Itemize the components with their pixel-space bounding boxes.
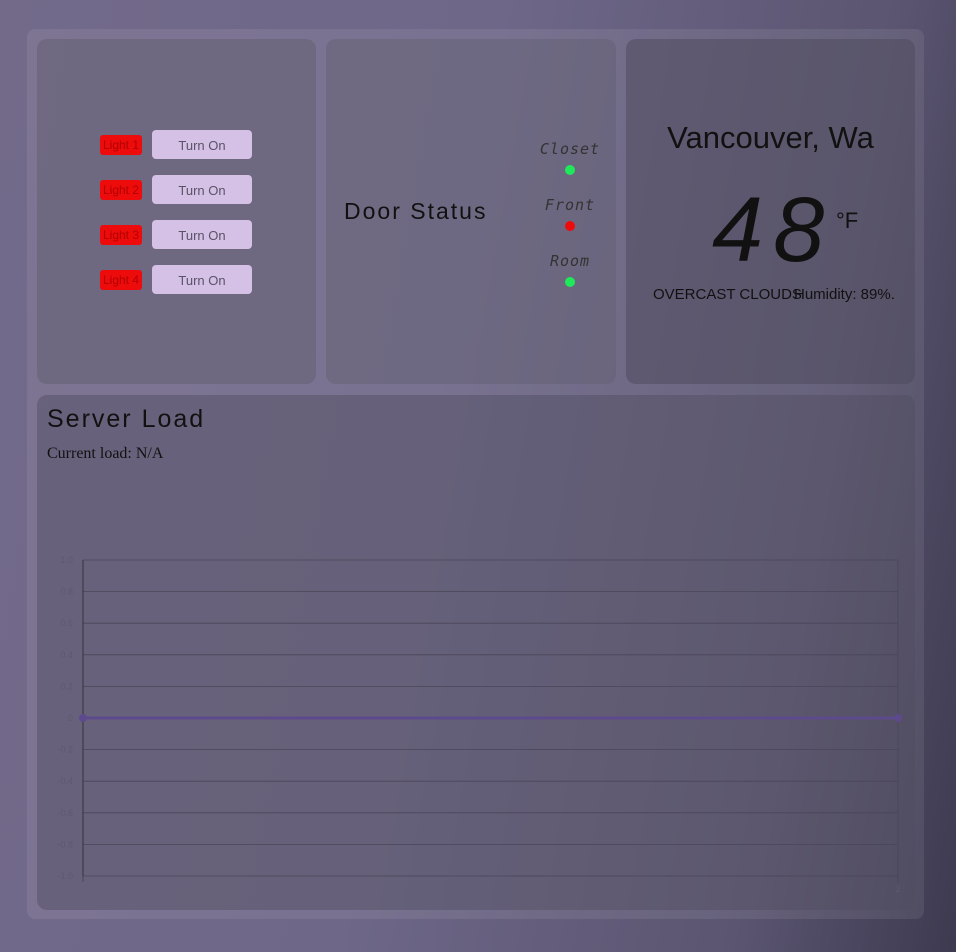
y-tick-label: 1.0 [60, 555, 73, 565]
server-load-title: Server Load [47, 405, 206, 433]
door-closet: Closet [535, 140, 605, 175]
y-tick-label: 0.6 [60, 618, 73, 628]
server-load-chart: 1.0 0.8 0.6 0.4 0.2 0 -0.2 -0.4 -0.6 -0.8 -1.0 2 [57, 555, 902, 894]
y-tick-label: 0.2 [60, 681, 73, 691]
y-tick-label: -1.0 [57, 871, 73, 881]
y-tick-label: -0.6 [57, 808, 73, 818]
door-room-status-dot [565, 277, 575, 287]
light-1-badge: Light 1 [100, 135, 142, 155]
y-tick-label: 0.8 [60, 587, 73, 597]
door-front: Front [535, 196, 605, 231]
door-closet-status-dot [565, 165, 575, 175]
door-room-label: Room [549, 252, 591, 270]
weather-unit: °F [836, 208, 859, 233]
door-closet-label: Closet [539, 140, 601, 158]
weather-humidity: Humidity: 89%. [794, 286, 895, 303]
light-2-turn-on-button[interactable]: Turn On [152, 175, 252, 204]
light-3-badge: Light 3 [100, 225, 142, 245]
y-tick-label: -0.2 [57, 745, 73, 755]
door-front-label: Front [544, 196, 596, 214]
data-point [79, 714, 87, 722]
server-current-load: Current load: N/A [47, 445, 164, 462]
y-tick-label: 0.4 [60, 650, 73, 660]
light-2-badge: Light 2 [100, 180, 142, 200]
y-tick-label: -0.8 [57, 839, 73, 849]
y-tick-label: -0.4 [57, 776, 73, 786]
light-4-badge: Light 4 [100, 270, 142, 290]
weather-city: Vancouver, Wa [667, 120, 874, 155]
lights-card [37, 39, 316, 384]
weather-temperature: 48 [712, 179, 835, 281]
door-room: Room [535, 252, 605, 287]
data-point [894, 714, 902, 722]
door-front-status-dot [565, 221, 575, 231]
door-status-title: Door Status [344, 198, 488, 224]
light-4-turn-on-button[interactable]: Turn On [152, 265, 252, 294]
weather-description: OVERCAST CLOUDS [653, 286, 802, 303]
x-tick-label: 2 [895, 884, 900, 894]
light-3-turn-on-button[interactable]: Turn On [152, 220, 252, 249]
light-1-turn-on-button[interactable]: Turn On [152, 130, 252, 159]
y-tick-label: 0 [68, 713, 73, 723]
